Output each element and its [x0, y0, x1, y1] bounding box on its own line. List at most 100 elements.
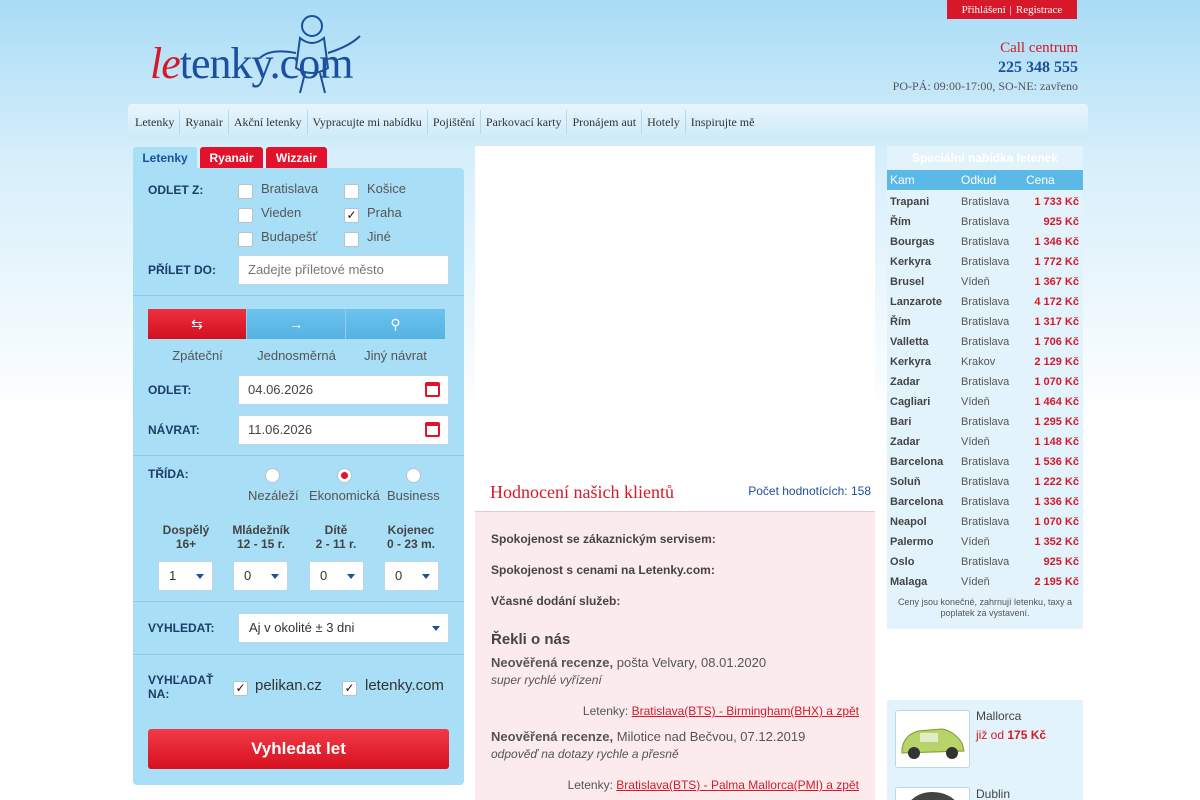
offer-origin: Bratislava	[961, 336, 1010, 348]
table-row[interactable]: Lanzarote Bratislava 4 172 Kč	[887, 292, 1083, 312]
table-row[interactable]: Kerkyra Bratislava 1 772 Kč	[887, 252, 1083, 272]
pax-sub: 16+	[175, 537, 197, 551]
offer-origin: Bratislava	[961, 556, 1010, 568]
pax-adult-select[interactable]: 1	[158, 561, 213, 591]
table-row[interactable]: Barcelona Bratislava 1 336 Kč	[887, 492, 1083, 512]
pax-youth-select[interactable]: 0	[233, 561, 288, 591]
nav-item[interactable]: Vypracujte mi nabídku	[308, 110, 428, 134]
search-on-label: VYHĽADAŤ NA:	[148, 673, 213, 701]
calendar-icon[interactable]	[425, 422, 440, 437]
nav-item[interactable]: Ryanair	[180, 110, 229, 134]
table-row[interactable]: Bourgas Bratislava 1 346 Kč	[887, 232, 1083, 252]
nav-item[interactable]: Pronájem aut	[567, 110, 643, 134]
nav-item[interactable]: Hotely	[642, 110, 686, 134]
call-centre-label: Call centrum	[1000, 40, 1078, 56]
table-row[interactable]: Palermo Vídeň 1 352 Kč	[887, 532, 1083, 552]
offer-price: 1 464 Kč	[1034, 396, 1079, 408]
trip-type-openjaw-button[interactable]: ⚲	[346, 309, 445, 339]
flex-dates-value: Aj v okolité ± 3 dni	[249, 620, 355, 635]
table-row[interactable]: Zadar Vídeň 1 148 Kč	[887, 432, 1083, 452]
pax-youth-value: 0	[244, 568, 252, 583]
origin-checkbox-jine[interactable]	[344, 232, 359, 247]
calendar-icon[interactable]	[425, 382, 440, 397]
car-icon	[901, 728, 965, 759]
review-route: Letenky: Bratislava(BTS) - Birmingham(BH…	[583, 704, 859, 718]
reviews-count[interactable]: Počet hodnotících: 158	[748, 484, 871, 498]
table-row[interactable]: Barcelona Bratislava 1 536 Kč	[887, 452, 1083, 472]
destination-input[interactable]: Zadejte příletové město	[238, 255, 449, 285]
trip-type-oneway-button[interactable]: →	[247, 309, 346, 339]
pax-child-select[interactable]: 0	[309, 561, 364, 591]
class-radio-any[interactable]	[265, 468, 280, 483]
return-date-input[interactable]: 11.06.2026	[238, 415, 449, 445]
class-label: TŘÍDA:	[148, 467, 189, 481]
trip-type-roundtrip-button[interactable]: ⇆	[148, 309, 247, 339]
search-flights-button[interactable]: Vyhledat let	[148, 729, 449, 769]
chevron-down-icon	[271, 574, 279, 579]
origin-checkbox-bratislava[interactable]	[238, 184, 253, 199]
tab-letenky[interactable]: Letenky	[133, 147, 197, 169]
car-city[interactable]: Dublin	[976, 787, 1010, 800]
offer-price: 1 070 Kč	[1034, 516, 1079, 528]
class-radio-economy[interactable]	[337, 468, 352, 483]
class-label-business: Business	[387, 488, 440, 503]
nav-item[interactable]: Akční letenky	[229, 110, 308, 134]
tab-ryanair[interactable]: Ryanair	[200, 147, 263, 169]
nav-item[interactable]: Pojištění	[428, 110, 481, 134]
nav-item[interactable]: Letenky	[130, 110, 181, 134]
call-centre-number[interactable]: 225 348 555	[893, 59, 1078, 77]
origin-checkbox-vieden[interactable]	[238, 208, 253, 223]
register-link[interactable]: Registrace	[1016, 4, 1062, 16]
table-row[interactable]: Zadar Bratislava 1 070 Kč	[887, 372, 1083, 392]
table-row[interactable]: Soluň Bratislava 1 222 Kč	[887, 472, 1083, 492]
offer-destination: Zadar	[890, 376, 920, 388]
logo[interactable]: letenky.com	[150, 8, 395, 98]
class-radio-business[interactable]	[406, 468, 421, 483]
nav-item[interactable]: Inspirujte mě	[686, 110, 760, 134]
table-row[interactable]: Řím Bratislava 1 317 Kč	[887, 312, 1083, 332]
offer-origin: Vídeň	[961, 436, 990, 448]
offer-price: 1 733 Kč	[1034, 196, 1079, 208]
table-row[interactable]: Valletta Bratislava 1 706 Kč	[887, 332, 1083, 352]
search-on-label-line: NA:	[148, 687, 170, 701]
offer-price: 2 129 Kč	[1034, 356, 1079, 368]
table-row[interactable]: Kerkyra Krakov 2 129 Kč	[887, 352, 1083, 372]
table-row[interactable]: Bari Bratislava 1 295 Kč	[887, 412, 1083, 432]
table-row[interactable]: Brusel Vídeň 1 367 Kč	[887, 272, 1083, 292]
special-offers-note: Ceny jsou konečné, zahrnují letenku, tax…	[897, 597, 1073, 618]
search-on-label-line: VYHĽADAŤ	[148, 673, 214, 687]
pax-infant-select[interactable]: 0	[384, 561, 439, 591]
offer-destination: Bari	[890, 416, 912, 428]
return-label: NÁVRAT:	[148, 423, 200, 437]
car-image[interactable]	[895, 787, 970, 800]
flight-search-form: ODLET Z: Bratislava Košice Vieden ✓ Prah…	[133, 168, 464, 785]
table-row[interactable]: Malaga Vídeň 2 195 Kč	[887, 572, 1083, 592]
origin-checkbox-kosice[interactable]	[344, 184, 359, 199]
table-row[interactable]: Řím Bratislava 925 Kč	[887, 212, 1083, 232]
tab-wizzair[interactable]: Wizzair	[266, 147, 327, 169]
offer-price: 925 Kč	[1043, 556, 1079, 568]
flex-dates-select[interactable]: Aj v okolité ± 3 dni	[238, 613, 449, 643]
table-row[interactable]: Trapani Bratislava 1 733 Kč	[887, 192, 1083, 212]
table-row[interactable]: Oslo Bratislava 925 Kč	[887, 552, 1083, 572]
review-route-link[interactable]: Bratislava(BTS) - Palma Mallorca(PMI) a …	[616, 778, 859, 792]
table-row[interactable]: Neapol Bratislava 1 070 Kč	[887, 512, 1083, 532]
depart-date-input[interactable]: 04.06.2026	[238, 375, 449, 405]
login-link[interactable]: Přihlášení	[962, 4, 1006, 16]
review-route-link[interactable]: Bratislava(BTS) - Birmingham(BHX) a zpět	[632, 704, 859, 718]
origin-label-budapest: Budapešť	[261, 229, 318, 244]
review-author: Neověřená recenze, pošta Velvary, 08.01.…	[491, 655, 766, 670]
pax-sub: 0 - 23 m.	[386, 537, 436, 551]
search-on-letenky-checkbox[interactable]: ✓	[342, 681, 357, 696]
car-city[interactable]: Mallorca	[976, 709, 1021, 723]
origin-checkbox-budapest[interactable]	[238, 232, 253, 247]
class-label-any: Nezáleží	[248, 488, 299, 503]
table-row[interactable]: Cagliari Vídeň 1 464 Kč	[887, 392, 1083, 412]
pax-youth-label: Mládežník 12 - 15 r.	[221, 523, 301, 551]
nav-item[interactable]: Parkovací karty	[481, 110, 568, 134]
origin-checkbox-praha[interactable]: ✓	[344, 208, 359, 223]
car-image[interactable]	[895, 710, 970, 768]
search-on-pelikan-checkbox[interactable]: ✓	[233, 681, 248, 696]
offer-price: 1 222 Kč	[1034, 476, 1079, 488]
offer-price: 1 352 Kč	[1034, 536, 1079, 548]
